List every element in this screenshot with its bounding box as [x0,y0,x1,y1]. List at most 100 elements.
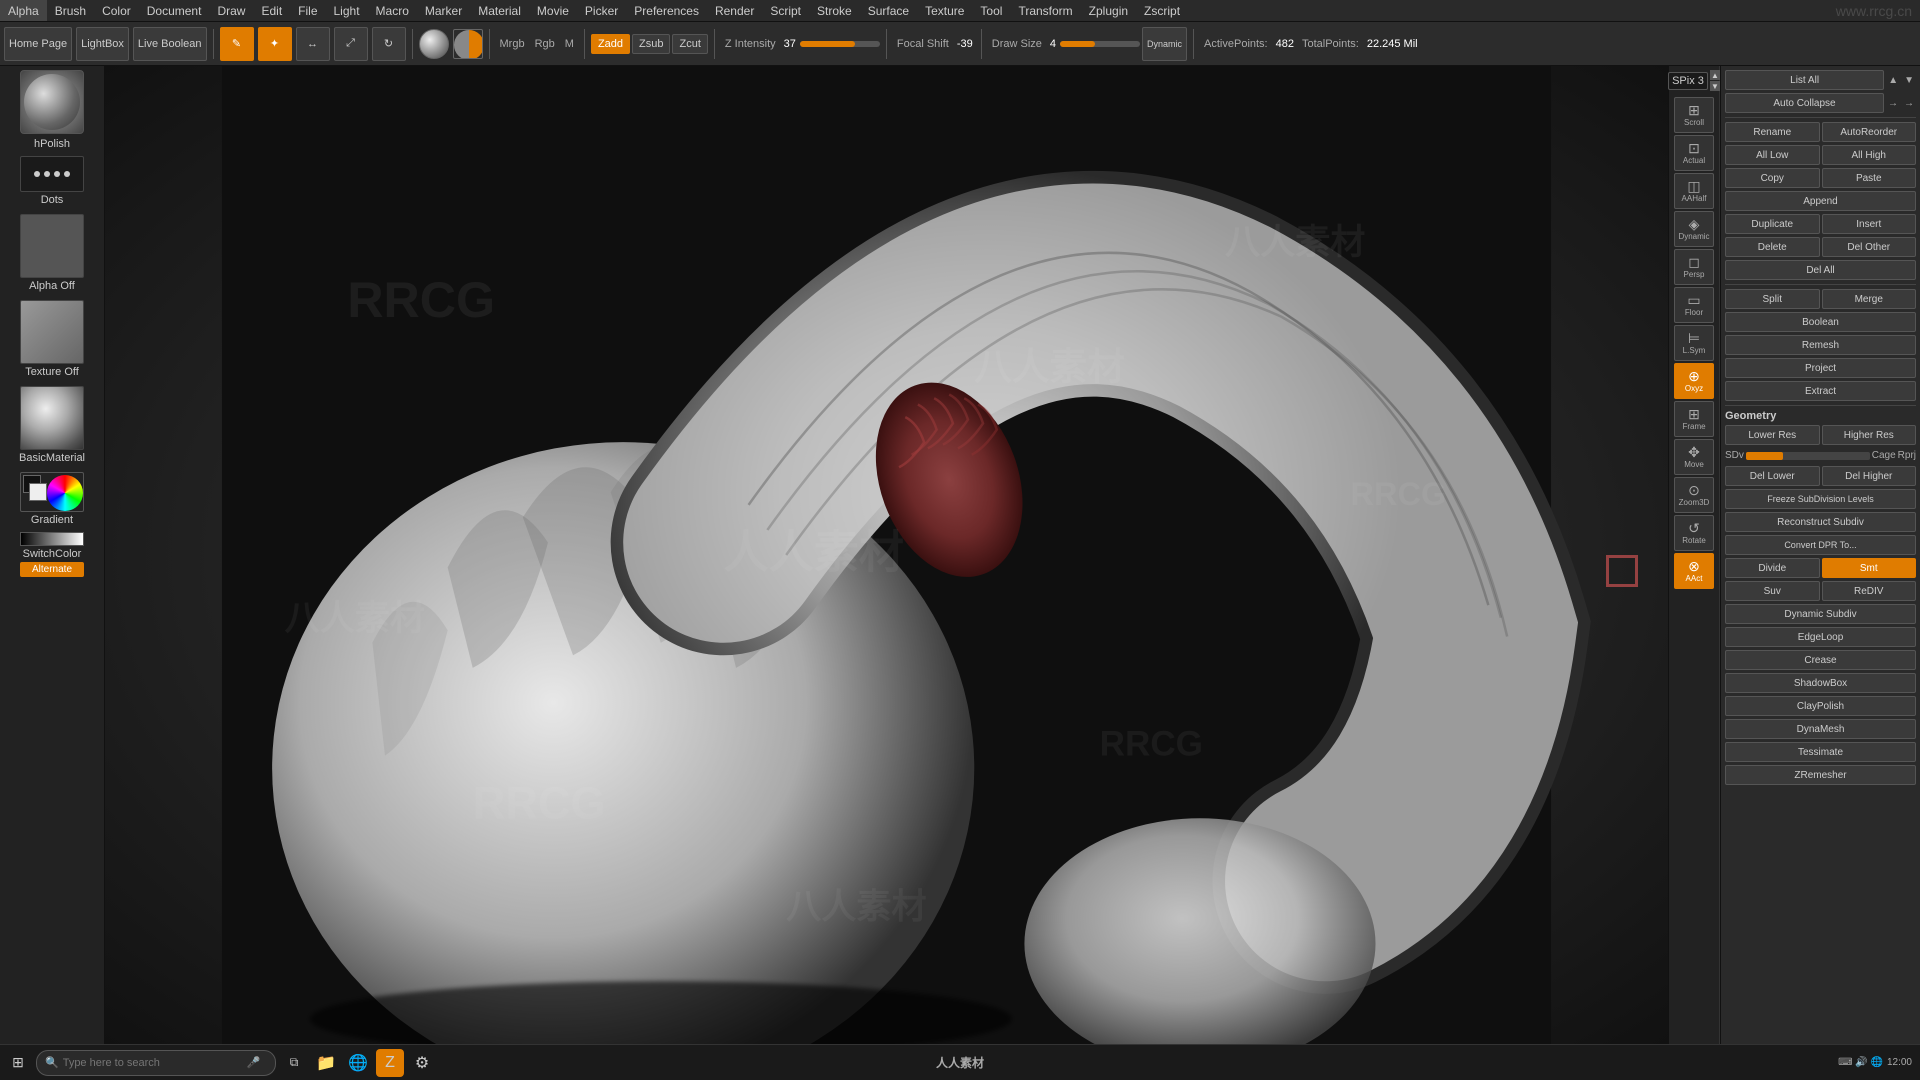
rgb-label[interactable]: Rgb [531,38,559,50]
zadd-button[interactable]: Zadd [591,34,630,54]
subdiv-bar[interactable] [1746,452,1870,460]
frame-button[interactable]: ⊞ Frame [1674,401,1714,437]
persp-button[interactable]: ◻ Persp [1674,249,1714,285]
color-swatch[interactable] [20,472,84,512]
material-preview[interactable] [20,386,84,450]
list-all-button[interactable]: List All [1725,70,1884,90]
suv-button[interactable]: Suv [1725,581,1820,601]
menu-texture[interactable]: Texture [917,0,972,21]
menu-document[interactable]: Document [139,0,210,21]
divide-button[interactable]: Divide [1725,558,1820,578]
live-boolean-button[interactable]: Live Boolean [133,27,207,61]
delete-button[interactable]: Delete [1725,237,1820,257]
lsym-button[interactable]: ⊨ L.Sym [1674,325,1714,361]
aahalf-button[interactable]: ◫ AAHalf [1674,173,1714,209]
alpha-preview[interactable] [20,214,84,278]
aact-button[interactable]: ⊗ AAct [1674,553,1714,589]
menu-stroke[interactable]: Stroke [809,0,860,21]
menu-draw[interactable]: Draw [209,0,253,21]
edgeloop-button[interactable]: EdgeLoop [1725,627,1916,647]
menu-zplugin[interactable]: Zplugin [1081,0,1136,21]
move-button[interactable]: ↔ [296,27,330,61]
dynamic-view-button[interactable]: ◈ Dynamic [1674,211,1714,247]
menu-color[interactable]: Color [94,0,139,21]
taskbar-search[interactable]: 🔍 🎤 [36,1050,276,1076]
del-higher-button[interactable]: Del Higher [1822,466,1917,486]
scale-button[interactable]: ⤢ [334,27,368,61]
convert-dpr-button[interactable]: Convert DPR To... [1725,535,1916,555]
color-wheel[interactable] [47,475,83,511]
lightbox-button[interactable]: LightBox [76,27,129,61]
menu-zscript[interactable]: Zscript [1136,0,1188,21]
taskview-icon[interactable]: ⧉ [280,1049,308,1077]
spix-up[interactable]: ▲ [1710,70,1720,80]
menu-preferences[interactable]: Preferences [626,0,707,21]
app-icon-4[interactable]: Z [376,1049,404,1077]
duplicate-button[interactable]: Duplicate [1725,214,1820,234]
auto-collapse-button[interactable]: Auto Collapse [1725,93,1884,113]
alternate-button[interactable]: Alternate [20,562,84,577]
boolean-button[interactable]: Boolean [1725,312,1916,332]
merge-button[interactable]: Merge [1822,289,1917,309]
menu-render[interactable]: Render [707,0,762,21]
edit-button[interactable]: ✎ [220,27,254,61]
menu-macro[interactable]: Macro [368,0,417,21]
lower-res-button[interactable]: Lower Res [1725,425,1820,445]
spix-arrows[interactable]: ▲ ▼ [1710,70,1720,91]
file-explorer-icon[interactable]: 📁 [312,1049,340,1077]
menu-transform[interactable]: Transform [1010,0,1080,21]
rotate3d-button[interactable]: ↺ Rotate [1674,515,1714,551]
half-sphere-toggle[interactable] [453,29,483,59]
project-button[interactable]: Project [1725,358,1916,378]
reconstruct-subdiv-button[interactable]: Reconstruct Subdiv [1725,512,1916,532]
menu-alpha[interactable]: Alpha [0,0,47,21]
menu-edit[interactable]: Edit [253,0,290,21]
dynamic-subdiv-button[interactable]: Dynamic Subdiv [1725,604,1916,624]
move3d-button[interactable]: ✥ Move [1674,439,1714,475]
all-low-button[interactable]: All Low [1725,145,1820,165]
remesh-button[interactable]: Remesh [1725,335,1916,355]
shadowbox-button[interactable]: ShadowBox [1725,673,1916,693]
freeze-subdiv-button[interactable]: Freeze SubDivision Levels [1725,489,1916,509]
scroll-button[interactable]: ⊞ Scroll [1674,97,1714,133]
dots-preview[interactable] [20,156,84,192]
spix-down[interactable]: ▼ [1710,81,1720,91]
smt-button[interactable]: Smt [1822,558,1917,578]
mrgb-label[interactable]: Mrgb [496,38,529,50]
menu-marker[interactable]: Marker [417,0,470,21]
floor-button[interactable]: ▭ Floor [1674,287,1714,323]
auto-collapse-arrow[interactable]: → [1886,98,1900,109]
dynamic-button[interactable]: Dynamic [1142,27,1187,61]
zsub-button[interactable]: Zsub [632,34,670,54]
windows-start-icon[interactable]: ⊞ [4,1049,32,1077]
rename-button[interactable]: Rename [1725,122,1820,142]
actual-button[interactable]: ⊡ Actual [1674,135,1714,171]
dynamesh-button[interactable]: DynaMesh [1725,719,1916,739]
brush-name[interactable]: hPolish [34,138,70,150]
extract-button[interactable]: Extract [1725,381,1916,401]
m-label[interactable]: M [561,38,578,50]
app-icon-5[interactable]: ⚙ [408,1049,436,1077]
autoreorder-button[interactable]: AutoReorder [1822,122,1917,142]
all-high-button[interactable]: All High [1822,145,1917,165]
zremesher-button[interactable]: ZRemesher [1725,765,1916,785]
auto-collapse-arrow2[interactable]: → [1902,98,1916,109]
chrome-icon[interactable]: 🌐 [344,1049,372,1077]
list-all-up-arrow[interactable]: ▲ [1886,75,1900,86]
texture-preview[interactable] [20,300,84,364]
rediv-button[interactable]: ReDIV [1822,581,1917,601]
higher-res-button[interactable]: Higher Res [1822,425,1917,445]
menu-picker[interactable]: Picker [577,0,626,21]
split-button[interactable]: Split [1725,289,1820,309]
draw-button[interactable]: ✦ [258,27,292,61]
menu-light[interactable]: Light [326,0,368,21]
menu-tool[interactable]: Tool [972,0,1010,21]
canvas-area[interactable]: RRCG 人人素材 RRCG 八人素材 RRCG 八人素材 RRCG 八人素材 … [105,66,1668,1044]
home-page-button[interactable]: Home Page [4,27,72,61]
z-intensity-bar[interactable] [800,41,880,47]
brush-preview[interactable] [20,70,84,134]
append-button[interactable]: Append [1725,191,1916,211]
zcut-button[interactable]: Zcut [672,34,707,54]
tessimate-button[interactable]: Tessimate [1725,742,1916,762]
menu-file[interactable]: File [290,0,325,21]
